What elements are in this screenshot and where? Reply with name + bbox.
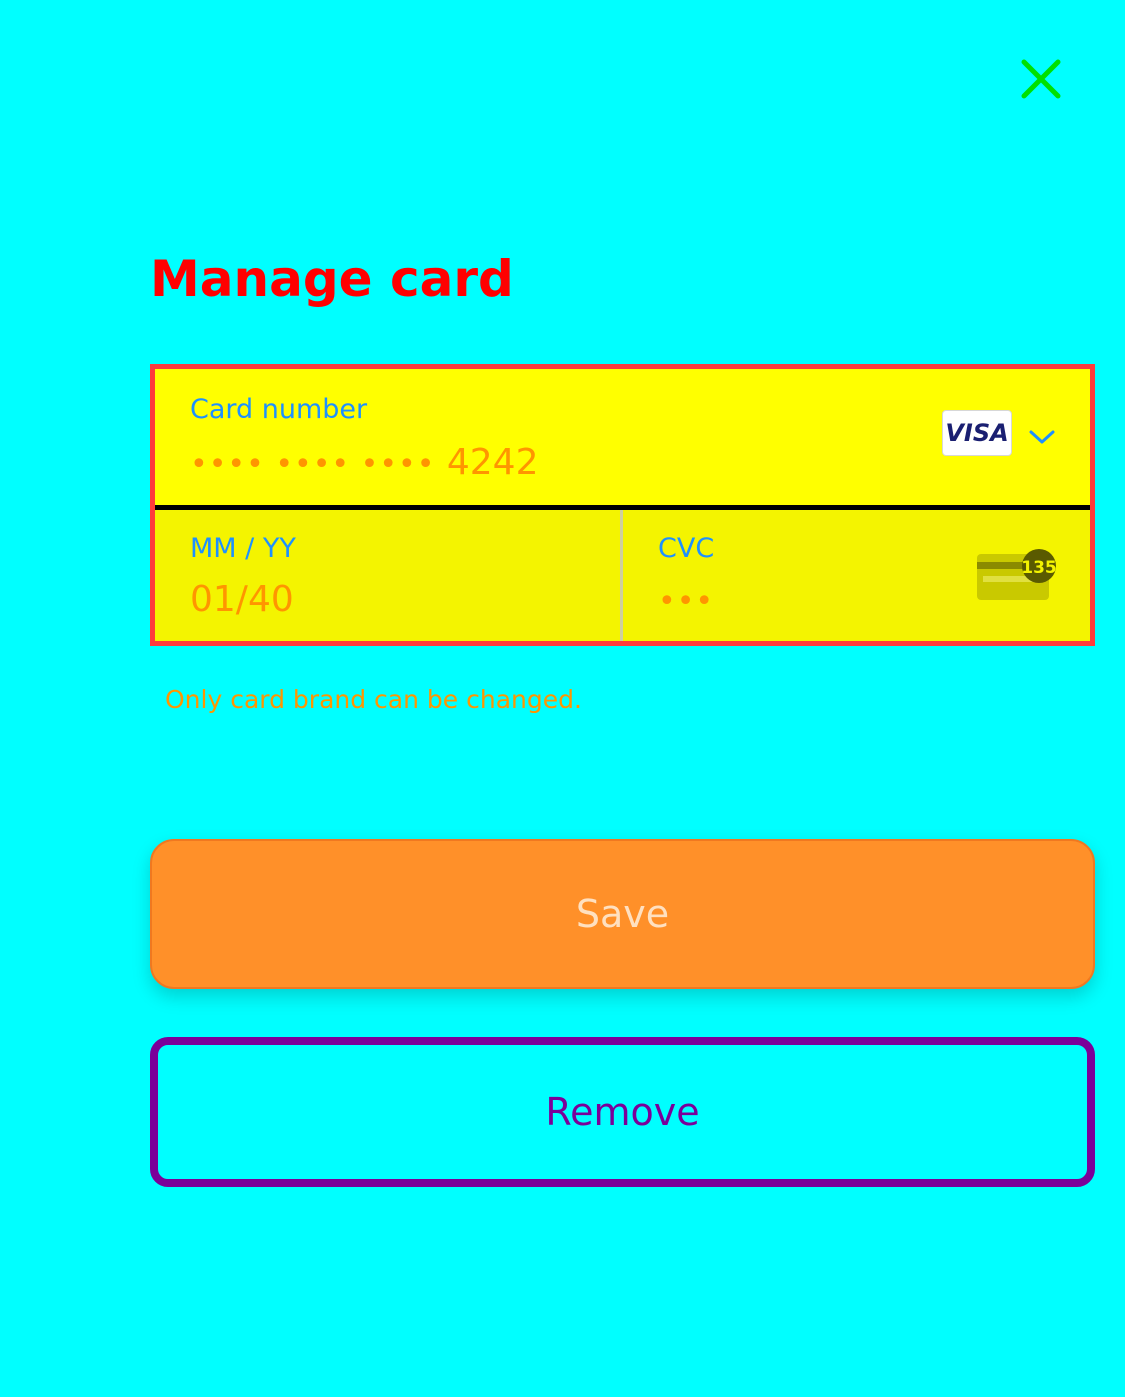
- card-number-field[interactable]: Card number •••• •••• •••• 4242 VISA: [155, 369, 1090, 510]
- card-form: Card number •••• •••• •••• 4242 VISA MM …: [150, 364, 1095, 646]
- expiry-value: 01/40: [190, 579, 294, 620]
- save-button[interactable]: Save: [150, 839, 1095, 989]
- manage-card-screen: Manage card Card number •••• •••• •••• 4…: [0, 0, 1125, 1397]
- card-number-value: •••• •••• •••• 4242: [190, 441, 539, 487]
- cvc-label: CVC: [658, 533, 715, 564]
- cvc-card-icon: 135: [977, 546, 1059, 602]
- page-title: Manage card: [150, 250, 514, 308]
- hint-text: Only card brand can be changed.: [165, 685, 582, 714]
- card-number-label: Card number: [190, 394, 368, 425]
- brand-dropdown-button[interactable]: [1027, 427, 1057, 447]
- expiry-field[interactable]: MM / YY 01/40: [155, 510, 620, 641]
- chevron-down-icon: [1029, 430, 1055, 444]
- card-details-row: MM / YY 01/40 CVC ••• 135: [155, 510, 1090, 641]
- card-number-masked: •••• •••• ••••: [190, 447, 436, 482]
- cvc-icon-text: 135: [1021, 558, 1057, 578]
- visa-brand-icon[interactable]: VISA: [942, 410, 1012, 456]
- expiry-label: MM / YY: [190, 533, 296, 564]
- close-button[interactable]: [1012, 50, 1070, 108]
- cvc-value: •••: [658, 584, 715, 619]
- card-number-last4: 4242: [446, 442, 539, 483]
- close-icon: [1021, 59, 1061, 99]
- remove-button[interactable]: Remove: [150, 1037, 1095, 1187]
